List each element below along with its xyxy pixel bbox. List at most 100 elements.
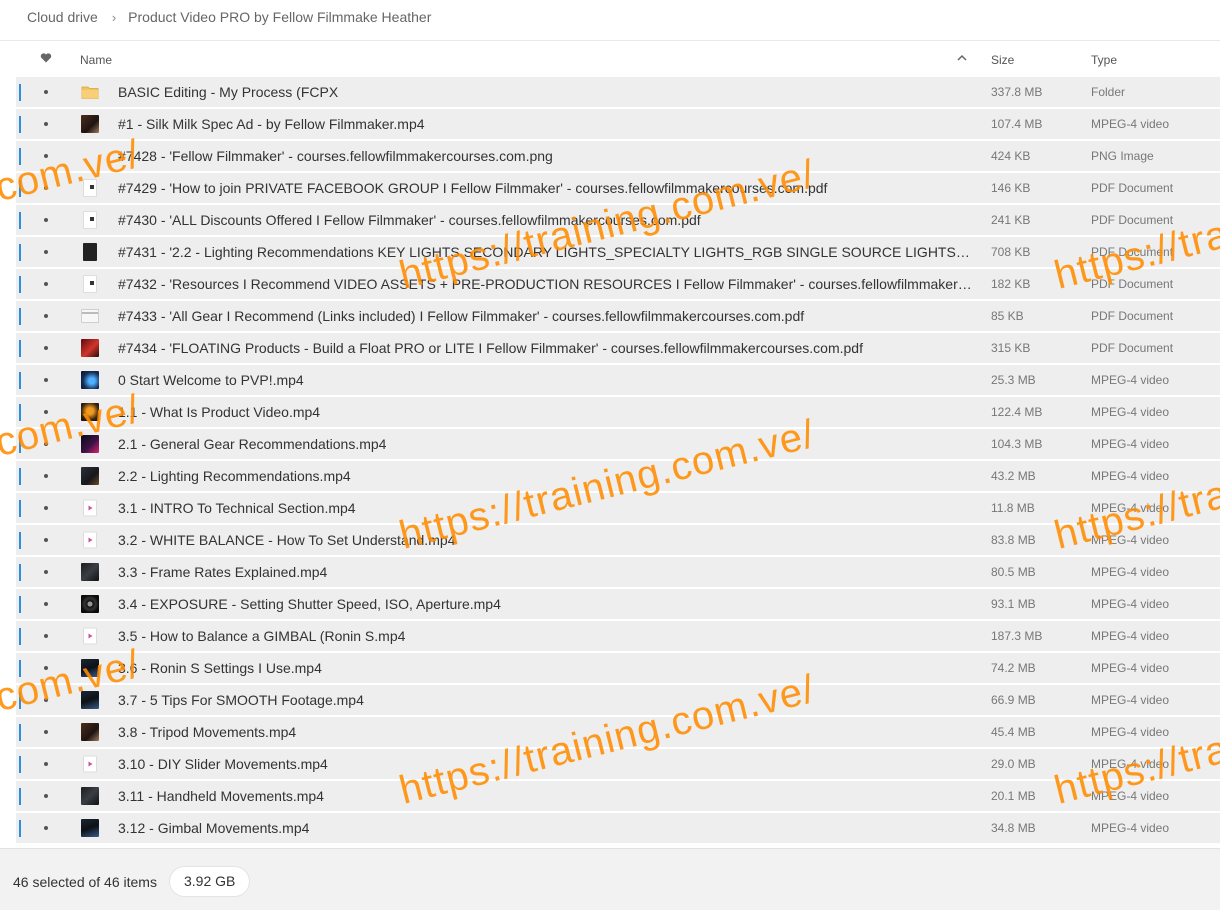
column-size[interactable]: Size	[991, 53, 1014, 67]
selection-marker	[19, 340, 21, 357]
file-name[interactable]: 3.3 - Frame Rates Explained.mp4	[118, 564, 973, 580]
favorite-dot-icon[interactable]	[44, 634, 48, 638]
favorite-dot-icon[interactable]	[44, 698, 48, 702]
favorite-dot-icon[interactable]	[44, 186, 48, 190]
favorite-dot-icon[interactable]	[44, 378, 48, 382]
file-row[interactable]: 3.2 - WHITE BALANCE - How To Set Underst…	[16, 525, 1220, 555]
favorite-dot-icon[interactable]	[44, 122, 48, 126]
file-name[interactable]: 3.2 - WHITE BALANCE - How To Set Underst…	[118, 532, 973, 548]
file-row[interactable]: #7433 - 'All Gear I Recommend (Links inc…	[16, 301, 1220, 331]
file-name[interactable]: BASIC Editing - My Process (FCPX	[118, 84, 973, 100]
file-name[interactable]: 2.1 - General Gear Recommendations.mp4	[118, 436, 973, 452]
column-header: Name Size Type	[0, 47, 1220, 73]
file-name[interactable]: 3.4 - EXPOSURE - Setting Shutter Speed, …	[118, 596, 973, 612]
file-name[interactable]: #7431 - '2.2 - Lighting Recommendations …	[118, 244, 973, 260]
file-row[interactable]: 3.10 - DIY Slider Movements.mp4 29.0 MB MP…	[16, 749, 1220, 779]
file-type: PNG Image	[1091, 149, 1154, 163]
file-row[interactable]: 0 Start Welcome to PVP!.mp4 25.3 MB MPEG-4…	[16, 365, 1220, 395]
file-name[interactable]: 3.11 - Handheld Movements.mp4	[118, 788, 973, 804]
file-row[interactable]: 1.1 - What Is Product Video.mp4 122.4 MB M…	[16, 397, 1220, 427]
favorite-dot-icon[interactable]	[44, 570, 48, 574]
file-name[interactable]: 3.6 - Ronin S Settings I Use.mp4	[118, 660, 973, 676]
favorite-dot-icon[interactable]	[44, 826, 48, 830]
file-row[interactable]: #1 - Silk Milk Spec Ad - by Fellow Filmm…	[16, 109, 1220, 139]
selection-marker	[19, 84, 21, 101]
favorite-dot-icon[interactable]	[44, 442, 48, 446]
file-name[interactable]: #7433 - 'All Gear I Recommend (Links inc…	[118, 308, 973, 324]
file-row[interactable]: #7428 - 'Fellow Filmmaker' - courses.fel…	[16, 141, 1220, 171]
file-row[interactable]: 3.7 - 5 Tips For SMOOTH Footage.mp4 66.9 …	[16, 685, 1220, 715]
file-row[interactable]: #7429 - 'How to join PRIVATE FACEBOOK GR…	[16, 173, 1220, 203]
file-row[interactable]: 3.12 - Gimbal Movements.mp4 34.8 MB MPEG-4…	[16, 813, 1220, 843]
file-name[interactable]: #7434 - 'FLOATING Products - Build a Flo…	[118, 340, 973, 356]
file-row[interactable]: 3.11 - Handheld Movements.mp4 20.1 MB MPEG…	[16, 781, 1220, 811]
file-type: PDF Document	[1091, 309, 1174, 323]
video-file-icon	[83, 531, 97, 549]
favorite-dot-icon[interactable]	[44, 250, 48, 254]
file-name[interactable]: #1 - Silk Milk Spec Ad - by Fellow Filmm…	[118, 116, 973, 132]
file-type: PDF Document	[1091, 277, 1174, 291]
status-bar: 46 selected of 46 items 3.92 GB	[0, 848, 1220, 910]
file-type: PDF Document	[1091, 341, 1174, 355]
file-name[interactable]: #7430 - 'ALL Discounts Offered I Fellow …	[118, 212, 973, 228]
breadcrumb-root[interactable]: Cloud drive	[27, 9, 98, 25]
file-row[interactable]: #7431 - '2.2 - Lighting Recommendations …	[16, 237, 1220, 267]
file-row[interactable]: 3.6 - Ronin S Settings I Use.mp4 74.2 MB M…	[16, 653, 1220, 683]
favorite-dot-icon[interactable]	[44, 346, 48, 350]
selection-marker	[19, 564, 21, 581]
file-row[interactable]: 3.4 - EXPOSURE - Setting Shutter Speed, …	[16, 589, 1220, 619]
column-name[interactable]: Name	[80, 53, 112, 67]
file-size: 104.3 MB	[991, 437, 1043, 451]
file-row[interactable]: #7434 - 'FLOATING Products - Build a Flo…	[16, 333, 1220, 363]
favorite-dot-icon[interactable]	[44, 154, 48, 158]
favorite-dot-icon[interactable]	[44, 666, 48, 670]
file-size: 45.4 MB	[991, 725, 1036, 739]
file-name[interactable]: #7429 - 'How to join PRIVATE FACEBOOK GR…	[118, 180, 973, 196]
favorite-dot-icon[interactable]	[44, 90, 48, 94]
file-row[interactable]: 2.1 - General Gear Recommendations.mp4 10…	[16, 429, 1220, 459]
file-row[interactable]: #7430 - 'ALL Discounts Offered I Fellow …	[16, 205, 1220, 235]
video-thumbnail-icon	[81, 563, 99, 581]
breadcrumb: Cloud drive › Product Video PRO by Fello…	[27, 6, 431, 28]
file-row[interactable]: 2.2 - Lighting Recommendations.mp4 43.2 M…	[16, 461, 1220, 491]
file-name[interactable]: 1.1 - What Is Product Video.mp4	[118, 404, 973, 420]
favorite-dot-icon[interactable]	[44, 410, 48, 414]
pdf-thumbnail-icon	[83, 275, 97, 293]
favorite-dot-icon[interactable]	[44, 474, 48, 478]
video-thumbnail-icon	[81, 371, 99, 389]
favorite-dot-icon[interactable]	[44, 602, 48, 606]
file-row[interactable]: 3.8 - Tripod Movements.mp4 45.4 MB MPEG-4 …	[16, 717, 1220, 747]
file-row[interactable]: #7432 - 'Resources I Recommend VIDEO ASS…	[16, 269, 1220, 299]
video-thumbnail-icon	[81, 435, 99, 453]
file-row[interactable]: BASIC Editing - My Process (FCPX 337.8 MB…	[16, 77, 1220, 107]
favorite-dot-icon[interactable]	[44, 538, 48, 542]
file-row[interactable]: 3.5 - How to Balance a GIMBAL (Ronin S.m…	[16, 621, 1220, 651]
file-name[interactable]: 3.1 - INTRO To Technical Section.mp4	[118, 500, 973, 516]
heart-icon[interactable]	[40, 52, 52, 64]
favorite-dot-icon[interactable]	[44, 730, 48, 734]
file-name[interactable]: 3.12 - Gimbal Movements.mp4	[118, 820, 973, 836]
column-type[interactable]: Type	[1091, 53, 1117, 67]
file-name[interactable]: #7428 - 'Fellow Filmmaker' - courses.fel…	[118, 148, 973, 164]
favorite-dot-icon[interactable]	[44, 314, 48, 318]
file-name[interactable]: 3.10 - DIY Slider Movements.mp4	[118, 756, 973, 772]
file-name[interactable]: 3.7 - 5 Tips For SMOOTH Footage.mp4	[118, 692, 973, 708]
file-name[interactable]: 0 Start Welcome to PVP!.mp4	[118, 372, 973, 388]
file-name[interactable]: 2.2 - Lighting Recommendations.mp4	[118, 468, 973, 484]
selection-marker	[19, 692, 21, 709]
file-row[interactable]: 3.3 - Frame Rates Explained.mp4 80.5 MB MP…	[16, 557, 1220, 587]
favorite-dot-icon[interactable]	[44, 282, 48, 286]
favorite-dot-icon[interactable]	[44, 506, 48, 510]
file-name[interactable]: #7432 - 'Resources I Recommend VIDEO ASS…	[118, 276, 973, 292]
file-name[interactable]: 3.8 - Tripod Movements.mp4	[118, 724, 973, 740]
file-row[interactable]: 3.1 - INTRO To Technical Section.mp4 11.8…	[16, 493, 1220, 523]
favorite-dot-icon[interactable]	[44, 762, 48, 766]
file-size: 11.8 MB	[991, 501, 1035, 515]
sort-ascending-icon[interactable]	[956, 52, 968, 64]
file-type: MPEG-4 video	[1091, 757, 1170, 771]
favorite-dot-icon[interactable]	[44, 218, 48, 222]
favorite-dot-icon[interactable]	[44, 794, 48, 798]
file-name[interactable]: 3.5 - How to Balance a GIMBAL (Ronin S.m…	[118, 628, 973, 644]
selection-marker	[19, 724, 21, 741]
file-size: 337.8 MB	[991, 85, 1043, 99]
